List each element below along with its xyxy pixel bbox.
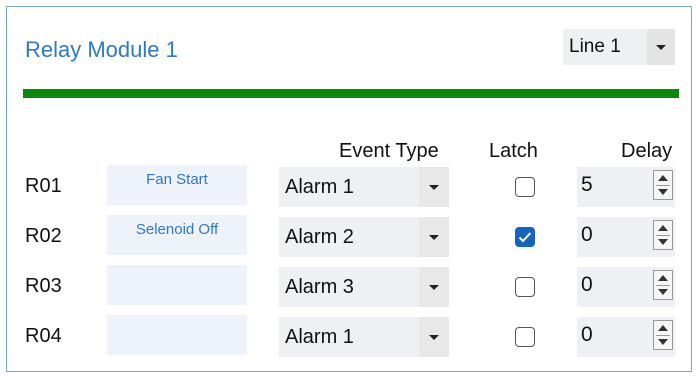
spin-up-icon[interactable] — [658, 275, 668, 281]
event-type-dropdown-button[interactable] — [419, 267, 449, 307]
delay-spinbox[interactable]: 0 — [577, 217, 675, 257]
relay-id: R01 — [25, 175, 62, 197]
latch-checkbox[interactable] — [515, 327, 535, 347]
relay-label-field[interactable]: Selenoid Off — [107, 215, 247, 255]
relay-module-panel: Relay Module 1 Line 1 Event Type Latch D… — [6, 6, 692, 372]
spin-down-icon[interactable] — [658, 239, 668, 245]
delay-spin-buttons[interactable] — [653, 270, 673, 300]
delay-spin-buttons[interactable] — [653, 220, 673, 250]
delay-value[interactable]: 0 — [581, 273, 593, 297]
event-type-select[interactable]: Alarm 1 — [279, 317, 449, 357]
event-type-value: Alarm 1 — [285, 175, 354, 198]
header-delay: Delay — [621, 140, 673, 162]
latch-checkbox[interactable] — [515, 277, 535, 297]
line-select[interactable]: Line 1 — [563, 29, 675, 65]
relay-label-field[interactable]: Fan Start — [107, 165, 247, 205]
chevron-down-icon — [429, 234, 439, 240]
latch-checkbox[interactable] — [515, 177, 535, 197]
chevron-down-icon — [656, 44, 666, 50]
relay-row-r02: R02 Selenoid Off Alarm 2 0 — [7, 215, 693, 257]
delay-value[interactable]: 5 — [581, 173, 593, 197]
relay-row-r04: R04 Alarm 1 0 — [7, 315, 693, 357]
event-type-value: Alarm 2 — [285, 225, 354, 248]
event-type-select[interactable]: Alarm 2 — [279, 217, 449, 257]
relay-label-field[interactable] — [107, 315, 247, 355]
line-select-dropdown-button[interactable] — [647, 29, 675, 65]
relay-label-field[interactable] — [107, 265, 247, 305]
delay-spin-buttons[interactable] — [653, 170, 673, 200]
delay-value[interactable]: 0 — [581, 323, 593, 347]
event-type-value: Alarm 3 — [285, 275, 354, 298]
module-title: Relay Module 1 — [25, 37, 178, 62]
delay-value[interactable]: 0 — [581, 223, 593, 247]
header-latch: Latch — [489, 140, 538, 162]
chevron-down-icon — [429, 184, 439, 190]
checkmark-icon — [518, 232, 532, 243]
relay-id: R03 — [25, 275, 62, 297]
spin-down-icon[interactable] — [658, 339, 668, 345]
event-type-dropdown-button[interactable] — [419, 317, 449, 357]
event-type-dropdown-button[interactable] — [419, 167, 449, 207]
relay-id: R02 — [25, 225, 62, 247]
event-type-select[interactable]: Alarm 1 — [279, 167, 449, 207]
event-type-dropdown-button[interactable] — [419, 217, 449, 257]
spin-up-icon[interactable] — [658, 175, 668, 181]
relay-row-r01: R01 Fan Start Alarm 1 5 — [7, 165, 693, 207]
spin-down-icon[interactable] — [658, 289, 668, 295]
chevron-down-icon — [429, 284, 439, 290]
relay-id: R04 — [25, 325, 62, 347]
relay-row-r03: R03 Alarm 3 0 — [7, 265, 693, 307]
delay-spinbox[interactable]: 0 — [577, 267, 675, 307]
chevron-down-icon — [429, 334, 439, 340]
latch-checkbox[interactable] — [515, 227, 535, 247]
event-type-select[interactable]: Alarm 3 — [279, 267, 449, 307]
spin-up-icon[interactable] — [658, 225, 668, 231]
delay-spinbox[interactable]: 5 — [577, 167, 675, 207]
delay-spinbox[interactable]: 0 — [577, 317, 675, 357]
delay-spin-buttons[interactable] — [653, 320, 673, 350]
line-select-value: Line 1 — [569, 36, 621, 57]
header-event-type: Event Type — [339, 140, 439, 162]
status-bar — [23, 89, 679, 98]
spin-down-icon[interactable] — [658, 189, 668, 195]
spin-up-icon[interactable] — [658, 325, 668, 331]
event-type-value: Alarm 1 — [285, 325, 354, 348]
